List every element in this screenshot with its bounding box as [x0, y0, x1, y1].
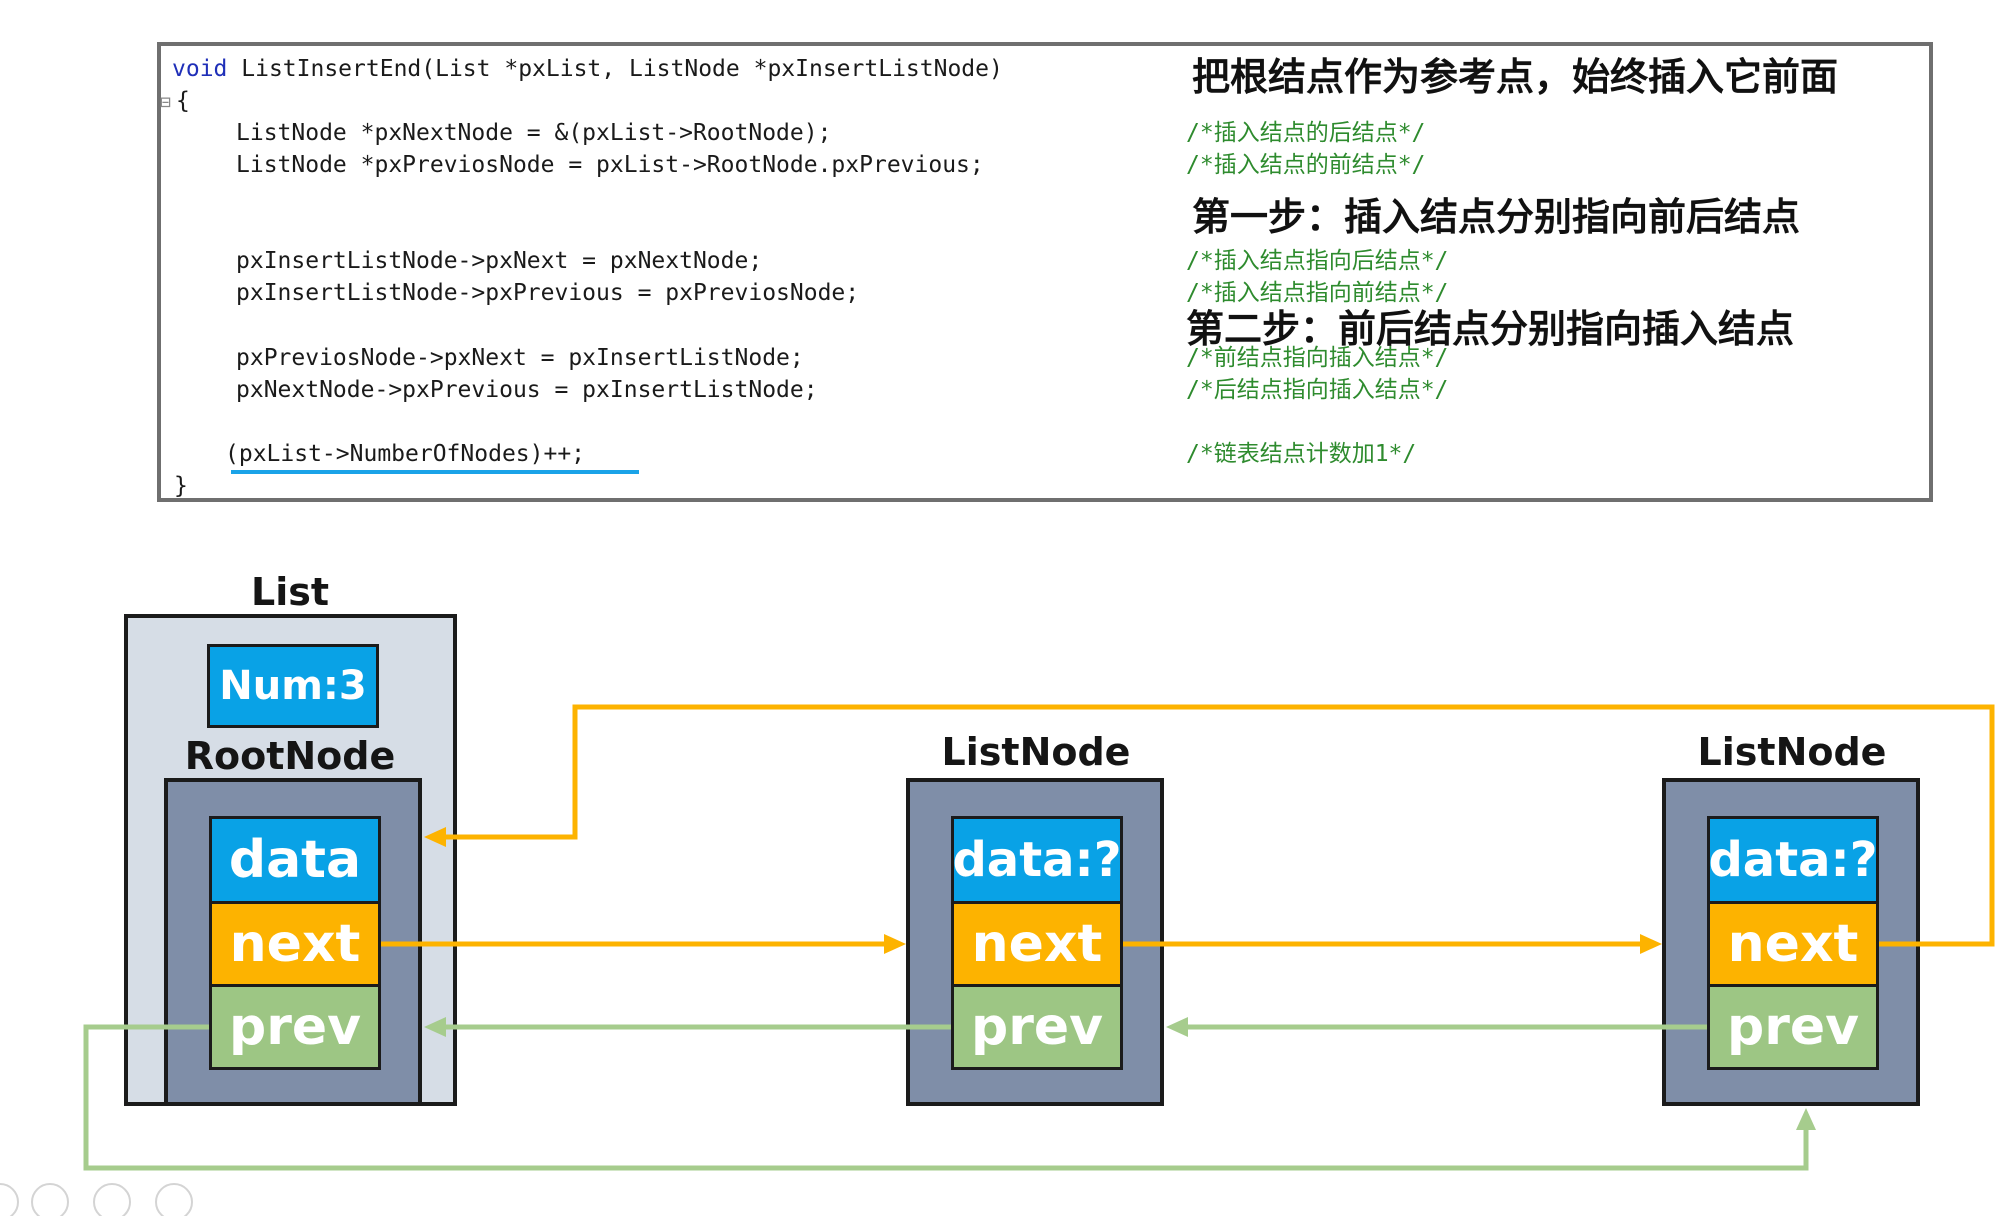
node2-next-arrowhead: [424, 827, 446, 847]
pointer-arrows: [83, 704, 1995, 1171]
root-prev-wrap-arrow: [83, 1024, 1809, 1171]
node1-prev-arrowhead: [424, 1017, 446, 1037]
node1-next-arrowhead: [1640, 934, 1662, 954]
node2-next-wrap-arrow: [440, 704, 1995, 947]
root-next-arrowhead: [884, 934, 906, 954]
root-prev-arrowhead: [1796, 1108, 1816, 1130]
node2-prev-arrowhead: [1166, 1017, 1188, 1037]
faint-toolbar-icons: [0, 1176, 212, 1224]
